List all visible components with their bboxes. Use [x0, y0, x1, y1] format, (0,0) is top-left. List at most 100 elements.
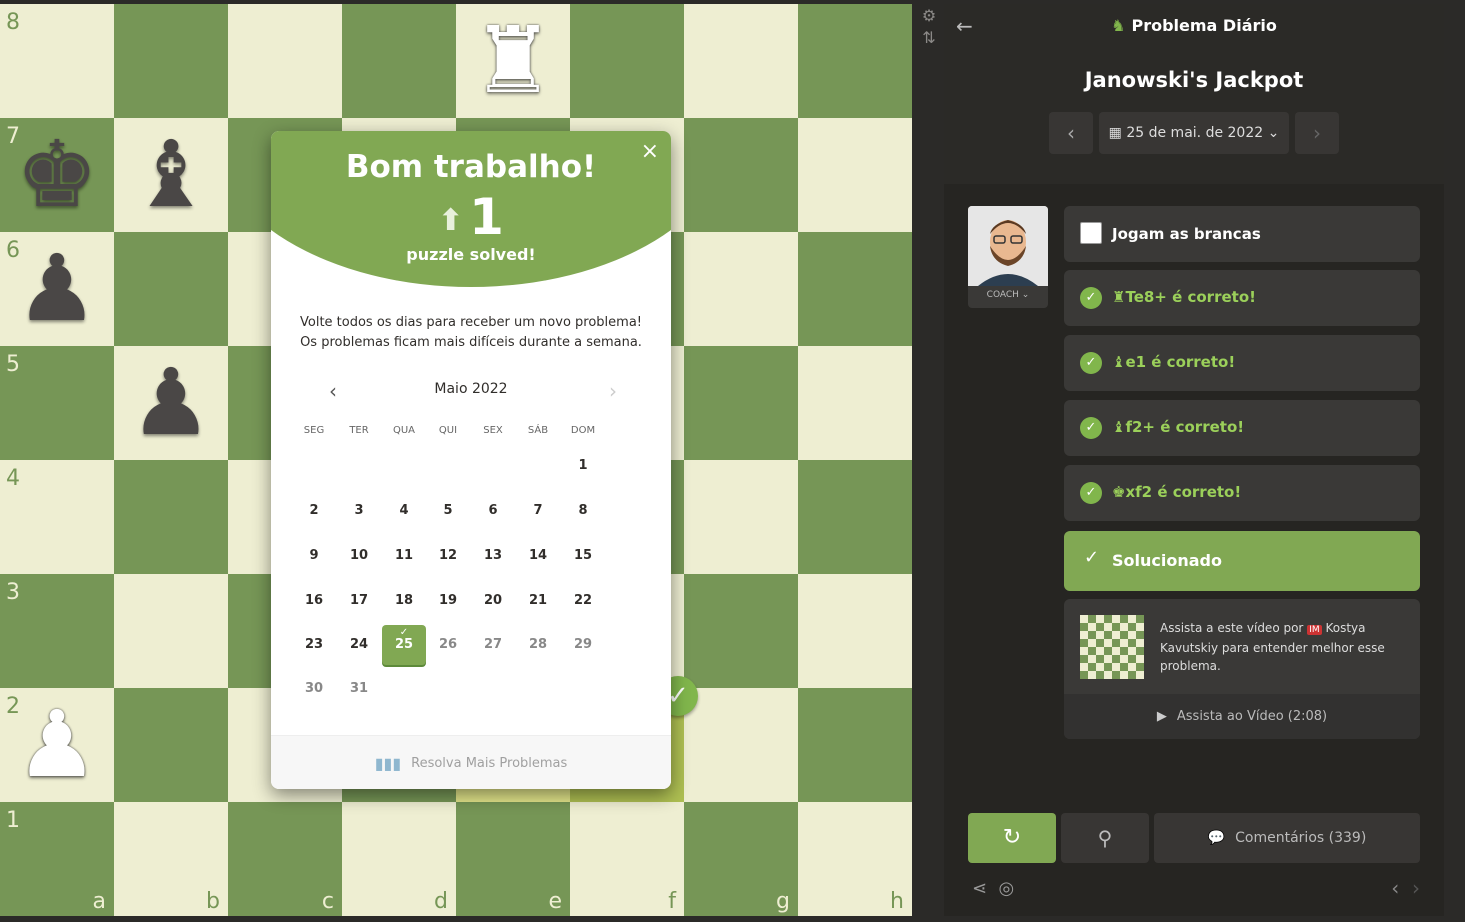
retry-button[interactable]: ↻ — [968, 813, 1056, 863]
square-f8[interactable] — [570, 4, 684, 118]
square-h3[interactable] — [798, 574, 912, 688]
calendar-day[interactable]: 11 — [382, 536, 426, 576]
calendar-day[interactable]: 27 — [471, 625, 515, 665]
calendar-day[interactable]: 24 — [337, 625, 381, 665]
square-c8[interactable] — [228, 4, 342, 118]
close-icon[interactable]: × — [641, 139, 659, 164]
move-text: e1 é correto! — [1125, 353, 1236, 371]
square-a5[interactable]: 5 — [0, 346, 114, 460]
prev-day-button[interactable]: ‹ — [1049, 112, 1093, 154]
move-text: Te8+ é correto! — [1125, 288, 1256, 306]
square-g1[interactable]: g — [684, 802, 798, 916]
weekday-label: SEX — [483, 425, 503, 436]
file-label: g — [776, 889, 790, 914]
square-h6[interactable] — [798, 232, 912, 346]
calendar-day[interactable]: 7 — [516, 491, 560, 531]
calendar-day[interactable]: 30 — [292, 669, 336, 709]
square-h5[interactable] — [798, 346, 912, 460]
black-king[interactable]: ♚ — [0, 118, 114, 232]
square-b8[interactable] — [114, 4, 228, 118]
calendar-day[interactable]: 12 — [426, 536, 470, 576]
square-g6[interactable] — [684, 232, 798, 346]
calendar-day[interactable]: 22 — [561, 581, 605, 621]
square-a3[interactable]: 3 — [0, 574, 114, 688]
file-label: e — [548, 889, 562, 914]
square-b4[interactable] — [114, 460, 228, 574]
square-g8[interactable] — [684, 4, 798, 118]
square-g4[interactable] — [684, 460, 798, 574]
move-text: xf2 é correto! — [1125, 483, 1242, 501]
square-f1[interactable]: f — [570, 802, 684, 916]
square-g7[interactable] — [684, 118, 798, 232]
calendar-day[interactable]: 14 — [516, 536, 560, 576]
square-b2[interactable] — [114, 688, 228, 802]
date-select[interactable]: ▦ 25 de mai. de 2022 ⌄ — [1099, 112, 1289, 154]
black-pawn[interactable]: ♟ — [0, 232, 114, 346]
calendar-day[interactable]: 16 — [292, 581, 336, 621]
black-bishop[interactable]: ♝ — [114, 118, 228, 232]
chevron-left-icon[interactable]: ‹ — [329, 379, 337, 403]
chevron-right-icon[interactable]: › — [1412, 876, 1420, 900]
black-pawn[interactable]: ♟ — [114, 346, 228, 460]
analysis-button[interactable]: ⚲ — [1061, 813, 1149, 863]
square-h1[interactable]: h — [798, 802, 912, 916]
flip-board-icon[interactable]: ⇅ — [919, 28, 939, 50]
calendar-day[interactable]: 3 — [337, 491, 381, 531]
square-h4[interactable] — [798, 460, 912, 574]
calendar-day[interactable]: 5 — [426, 491, 470, 531]
calendar-day[interactable]: 21 — [516, 581, 560, 621]
calendar-day[interactable]: 8 — [561, 491, 605, 531]
comments-button[interactable]: 💬 Comentários (339) — [1154, 813, 1420, 863]
modal-title: Bom trabalho! — [345, 149, 597, 185]
square-b3[interactable] — [114, 574, 228, 688]
square-b6[interactable] — [114, 232, 228, 346]
square-h2[interactable] — [798, 688, 912, 802]
square-g3[interactable] — [684, 574, 798, 688]
calendar-day[interactable]: 19 — [426, 581, 470, 621]
white-pawn[interactable]: ♟ — [0, 688, 114, 802]
calendar-day[interactable]: 2 — [292, 491, 336, 531]
square-a8[interactable]: 8 — [0, 4, 114, 118]
square-a1[interactable]: 1a — [0, 802, 114, 916]
retry-icon: ↻ — [1002, 825, 1022, 850]
calendar-day-selected[interactable]: 25 ✓ — [382, 625, 426, 665]
calendar-day[interactable]: 15 — [561, 536, 605, 576]
piece-icon: ♝ — [1112, 353, 1126, 371]
next-day-button[interactable]: › — [1295, 112, 1339, 154]
chevron-right-icon[interactable]: › — [609, 379, 617, 403]
calendar-day[interactable]: 10 — [337, 536, 381, 576]
coach-avatar[interactable]: COACH ⌄ — [968, 206, 1048, 308]
calendar-day[interactable]: 17 — [337, 581, 381, 621]
watch-video-link[interactable]: ▶ Assista ao Vídeo (2:08) — [1064, 694, 1420, 739]
calendar-day[interactable]: 1 — [561, 446, 605, 486]
calendar-day[interactable]: 20 — [471, 581, 515, 621]
calendar-day[interactable]: 26 — [426, 625, 470, 665]
target-icon[interactable]: ◎ — [999, 878, 1015, 899]
calendar-day[interactable]: 6 — [471, 491, 515, 531]
settings-icon[interactable]: ⚙ — [919, 6, 939, 28]
square-h7[interactable] — [798, 118, 912, 232]
share-icon[interactable]: ⋖ — [972, 878, 987, 899]
calendar-day[interactable]: 31 — [337, 669, 381, 709]
square-g5[interactable] — [684, 346, 798, 460]
move-feedback: ✓ ♜Te8+ é correto! — [1064, 270, 1420, 326]
calendar-day[interactable]: 13 — [471, 536, 515, 576]
calendar-day[interactable]: 29 — [561, 625, 605, 665]
weekday-label: SEG — [303, 425, 325, 436]
square-h8[interactable] — [798, 4, 912, 118]
white-rook[interactable]: ♜ — [456, 4, 570, 118]
square-e1[interactable]: e — [456, 802, 570, 916]
square-d8[interactable] — [342, 4, 456, 118]
square-d1[interactable]: d — [342, 802, 456, 916]
video-thumbnail[interactable] — [1080, 615, 1144, 679]
calendar-day[interactable]: 9 — [292, 536, 336, 576]
calendar-day[interactable]: 23 — [292, 625, 336, 665]
square-a4[interactable]: 4 — [0, 460, 114, 574]
more-puzzles-button[interactable]: ▮▮▮ Resolva Mais Problemas — [271, 735, 671, 789]
chevron-left-icon[interactable]: ‹ — [1391, 876, 1399, 900]
square-b1[interactable]: b — [114, 802, 228, 916]
square-g2[interactable] — [684, 688, 798, 802]
square-c1[interactable]: c — [228, 802, 342, 916]
calendar-day[interactable]: 4 — [382, 491, 426, 531]
calendar-day[interactable]: 28 — [516, 625, 560, 665]
